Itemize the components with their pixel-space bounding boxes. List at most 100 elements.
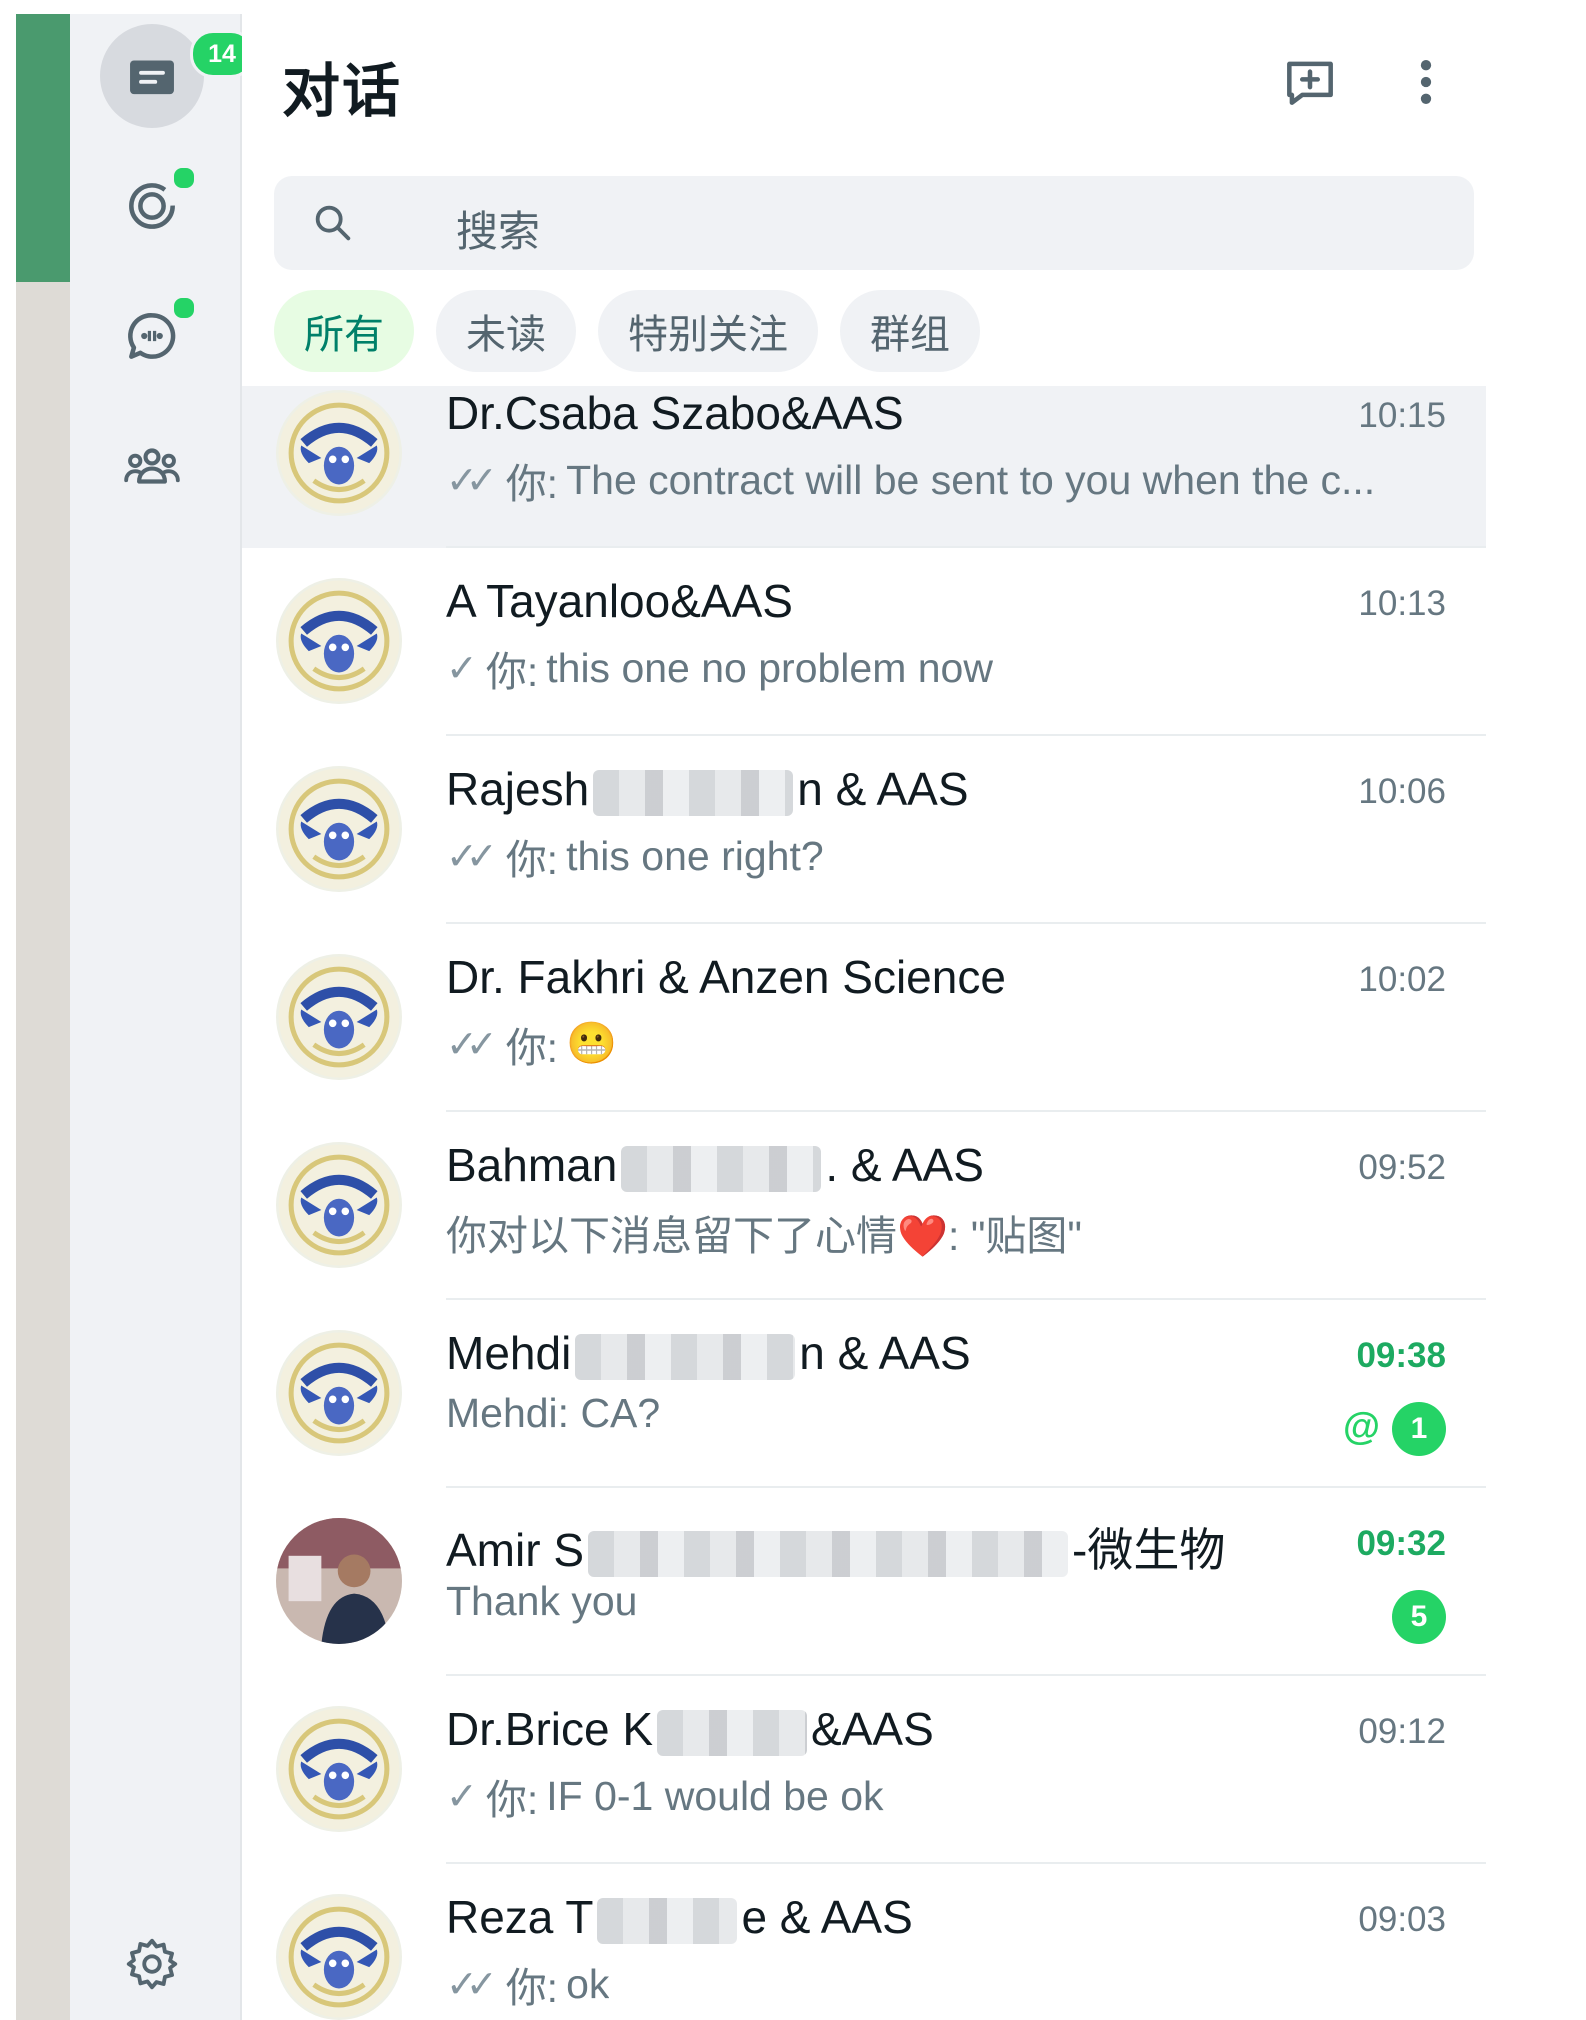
avatar — [276, 1518, 402, 1644]
avatar — [276, 578, 402, 704]
gear-icon — [126, 1938, 178, 1990]
message-sender: 你: — [505, 1965, 559, 2011]
chat-row[interactable]: Bahman . & AAS 09:52 你对以下消息留下了心情❤️: "贴图" — [242, 1110, 1486, 1300]
chat-time: 09:52 — [1358, 1148, 1446, 1187]
avatar-logo — [278, 1708, 400, 1830]
search-bar[interactable]: 搜索 — [274, 176, 1474, 270]
message-text: Mehdi: CA? — [446, 1390, 661, 1436]
double-check-icon: ✓✓ — [446, 459, 498, 502]
chat-name-start: Reza T — [446, 1891, 594, 1943]
unread-count-badge: 1 — [1392, 1402, 1446, 1456]
chat-preview: Thank you — [446, 1578, 637, 1625]
message-text: ok — [566, 1960, 610, 2007]
avatar — [276, 1894, 402, 2020]
avatar — [276, 954, 402, 1080]
chat-time: 10:15 — [1358, 396, 1446, 435]
chat-preview: ✓✓ 你: The contract will be sent to you whe… — [446, 450, 1375, 510]
check-icon: ✓ — [446, 1775, 478, 1818]
nav-communities-button[interactable] — [100, 414, 204, 518]
nav-settings-button[interactable] — [100, 1912, 204, 2016]
avatar — [276, 390, 402, 516]
redacted-text — [657, 1709, 808, 1756]
chat-name: Dr. Fakhri & Anzen Science — [446, 951, 1006, 1003]
chat-row[interactable]: Dr.Brice K &AAS 09:12 ✓ 你: IF 0-1 would be ok — [242, 1674, 1486, 1864]
double-check-icon: ✓✓ — [446, 1963, 498, 2006]
nav-channels-button[interactable] — [100, 284, 204, 388]
chat-name-start: Amir S — [446, 1524, 584, 1576]
chat-preview: ✓✓ 你: ok — [446, 1954, 609, 2014]
filter-chip[interactable]: 所有 — [274, 290, 414, 372]
redacted-text — [621, 1145, 822, 1192]
avatar — [276, 766, 402, 892]
chat-name: Bahman . & AAS — [446, 1138, 984, 1192]
new-chat-icon — [1287, 61, 1333, 105]
menu-button[interactable] — [1394, 50, 1458, 114]
kebab-menu-icon — [1420, 60, 1432, 104]
window-accent-strip — [16, 14, 70, 282]
chat-name: Reza T e & AAS — [446, 1890, 913, 1944]
chat-row[interactable]: Mehdi n & AAS 09:38 Mehdi: CA? @1 — [242, 1298, 1486, 1488]
chat-time: 10:13 — [1358, 584, 1446, 623]
chat-name-end: e & AAS — [741, 1891, 913, 1943]
nav-rail: 14 — [70, 14, 254, 2020]
chat-name: Amir S -微生物 — [446, 1514, 1225, 1580]
chat-row[interactable]: Reza T e & AAS 09:03 ✓✓ 你: ok — [242, 1862, 1486, 2020]
chat-name-end: -微生物 — [1072, 1524, 1226, 1576]
chat-name: Rajesh n & AAS — [446, 762, 969, 816]
avatar — [276, 1330, 402, 1456]
message-sender: 你: — [485, 1777, 539, 1823]
chat-name-start: Rajesh — [446, 763, 590, 815]
avatar — [276, 1142, 402, 1268]
avatar-logo — [278, 392, 400, 514]
double-check-icon: ✓✓ — [446, 835, 498, 878]
message-text: 😬 — [566, 1020, 618, 1066]
chat-time: 10:02 — [1358, 960, 1446, 999]
chat-name: Dr.Brice K &AAS — [446, 1702, 934, 1756]
chat-row[interactable]: Dr. Fakhri & Anzen Science 10:02 ✓✓ 你: 😬 — [242, 922, 1486, 1112]
chat-name-end: &AAS — [811, 1703, 934, 1755]
chat-preview: ✓ 你: this one no problem now — [446, 638, 993, 698]
message-text: IF 0-1 would be ok — [546, 1772, 884, 1819]
chat-row[interactable]: Dr.Csaba Szabo&AAS 10:15 ✓✓ 你: The contract … — [242, 386, 1486, 548]
message-sender: 你: — [505, 1025, 559, 1071]
communities-icon — [124, 448, 180, 484]
chat-preview: Mehdi: CA? — [446, 1390, 660, 1437]
channels-new-dot — [172, 296, 196, 320]
chat-row[interactable]: Rajesh n & AAS 10:06 ✓✓ 你: this one right? — [242, 734, 1486, 924]
nav-chats-button[interactable]: 14 — [100, 24, 254, 128]
message-text: this one right? — [566, 832, 824, 879]
avatar-logo — [278, 1144, 400, 1266]
avatar-logo — [278, 1896, 400, 2018]
search-icon — [315, 205, 351, 241]
chat-row[interactable]: Amir S -微生物 09:32 Thank you 5 — [242, 1486, 1486, 1676]
avatar-logo — [278, 956, 400, 1078]
message-sender: 你: — [505, 461, 559, 507]
chat-name-start: Bahman — [446, 1139, 618, 1191]
avatar-photo — [276, 1518, 402, 1644]
avatar-logo — [278, 1332, 400, 1454]
filter-chip[interactable]: 特别关注 — [598, 290, 818, 372]
chat-row[interactable]: A Tayanloo&AAS 10:13 ✓ 你: this one no proble… — [242, 546, 1486, 736]
message-text: 你对以下消息留下了心情❤️: "贴图" — [446, 1213, 1082, 1259]
avatar-logo — [278, 580, 400, 702]
new-chat-button[interactable] — [1278, 50, 1342, 114]
redacted-text — [575, 1333, 796, 1380]
chat-time: 09:38 — [1356, 1336, 1446, 1375]
filter-chip[interactable]: 未读 — [436, 290, 576, 372]
chat-preview: ✓ 你: IF 0-1 would be ok — [446, 1766, 884, 1826]
status-new-dot — [172, 166, 196, 190]
chat-name-end: . & AAS — [825, 1139, 984, 1191]
nav-status-button[interactable] — [100, 154, 204, 258]
avatar-logo — [278, 768, 400, 890]
message-sender: 你: — [485, 649, 539, 695]
search-input[interactable]: 搜索 — [456, 198, 540, 259]
redacted-text — [588, 1530, 1068, 1577]
avatar — [276, 1706, 402, 1832]
chat-name: Mehdi n & AAS — [446, 1326, 971, 1380]
chat-name: Dr.Csaba Szabo&AAS — [446, 387, 904, 439]
chat-list-panel: 对话 搜索 所有 未读 特别关注 群组 Dr.Csaba Szabo&AAS 10:15… — [242, 14, 1486, 2020]
chat-time: 09:03 — [1358, 1900, 1446, 1939]
chat-time: 09:32 — [1356, 1524, 1446, 1563]
check-icon: ✓ — [446, 647, 478, 690]
filter-chip[interactable]: 群组 — [840, 290, 980, 372]
